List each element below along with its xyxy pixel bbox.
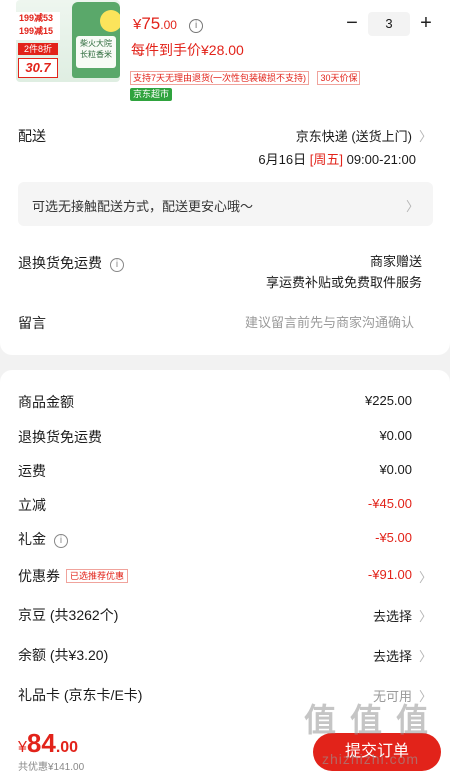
info-icon[interactable]: i — [54, 534, 68, 548]
chevron-right-icon[interactable]: 〉 — [419, 606, 432, 625]
chevron-right-icon[interactable]: 〉 — [419, 126, 432, 145]
chevron-right-icon: 〉 — [405, 199, 419, 214]
chevron-right-icon[interactable]: 〉 — [419, 567, 432, 586]
contactless-delivery-option[interactable]: 可选无接触配送方式，配送更安心哦～ 〉 — [18, 182, 433, 226]
summary-label: 运费 — [18, 463, 46, 479]
info-icon[interactable]: i — [189, 19, 204, 33]
delivery-label: 配送 — [18, 128, 46, 144]
submit-order-button[interactable]: 提交订单 — [313, 733, 441, 771]
chevron-right-icon[interactable]: 〉 — [419, 686, 432, 705]
coupon-value[interactable]: -¥91.00 — [368, 567, 412, 582]
coupon-row[interactable]: 优惠券 已选推荐优惠 — [18, 566, 129, 586]
summary-value: ¥225.00 — [365, 393, 412, 408]
return-shipping-sub: 享运费补贴或免费取件服务 — [265, 275, 422, 290]
increase-button[interactable]: + — [414, 12, 438, 36]
store-tag: 京东超市 — [130, 88, 173, 101]
message-input[interactable]: 建议留言前先与商家沟通确认 — [245, 312, 414, 331]
summary-label: 退换货免运费 — [18, 429, 102, 445]
quantity-stepper: − 3 + — [340, 12, 435, 36]
unit-price: 每件到手价¥28.00 — [131, 42, 244, 58]
total-discount: 共优惠¥141.00 — [18, 762, 85, 773]
rice-bag-illustration: 柴火大院 长粒香米 — [72, 2, 120, 78]
info-icon[interactable]: i — [110, 258, 124, 272]
service-tags: 支持7天无理由退货(一次性包装破损不支持) 30天价保 — [130, 68, 364, 86]
decrease-button[interactable]: − — [340, 12, 364, 36]
delivery-method[interactable]: 京东快递 (送货上门) — [296, 126, 412, 145]
jingdou-select[interactable]: 去选择 — [373, 606, 412, 625]
summary-label-gift: 礼金 i — [18, 529, 68, 549]
summary-label: 商品金额 — [18, 394, 74, 410]
price-protect-tag: 30天价保 — [317, 71, 361, 85]
promo-label: 199减53 199减15 — [16, 12, 60, 40]
chevron-right-icon[interactable]: 〉 — [419, 646, 432, 665]
summary-value: -¥5.00 — [375, 530, 412, 545]
product-price: ¥75.00 i — [133, 14, 204, 34]
summary-value: ¥0.00 — [379, 462, 412, 477]
recommend-badge: 已选推荐优惠 — [66, 569, 129, 583]
return-shipping-label: 退换货免运费 i — [18, 253, 124, 273]
total-price: ¥84.00 — [18, 728, 79, 758]
balance-label: 余额 (共¥3.20) — [18, 647, 109, 663]
order-card: 199减53 199减15 2件8折 30.7 柴火大院 长粒香米 ¥75.00… — [0, 0, 450, 355]
giftcard-value[interactable]: 无可用 — [373, 686, 412, 705]
summary-value: ¥0.00 — [379, 428, 412, 443]
delivery-date[interactable]: 6月16日 [周五] 09:00-21:00 — [258, 149, 416, 168]
giftcard-label: 礼品卡 (京东卡/E卡) — [18, 687, 143, 703]
quantity-input[interactable]: 3 — [368, 12, 410, 36]
message-label: 留言 — [18, 315, 46, 331]
summary-label: 立减 — [18, 497, 46, 513]
jingdou-label: 京豆 (共3262个) — [18, 607, 119, 623]
return-policy-tag: 支持7天无理由退货(一次性包装破损不支持) — [130, 71, 310, 85]
promo-price: 30.7 — [18, 58, 58, 78]
summary-value: -¥45.00 — [367, 496, 412, 511]
product-image[interactable]: 199减53 199减15 2件8折 30.7 柴火大院 长粒香米 — [16, 0, 120, 82]
balance-select[interactable]: 去选择 — [373, 646, 412, 665]
promo-discount: 2件8折 — [18, 43, 58, 55]
return-shipping-value: 商家赠送 — [369, 254, 422, 269]
